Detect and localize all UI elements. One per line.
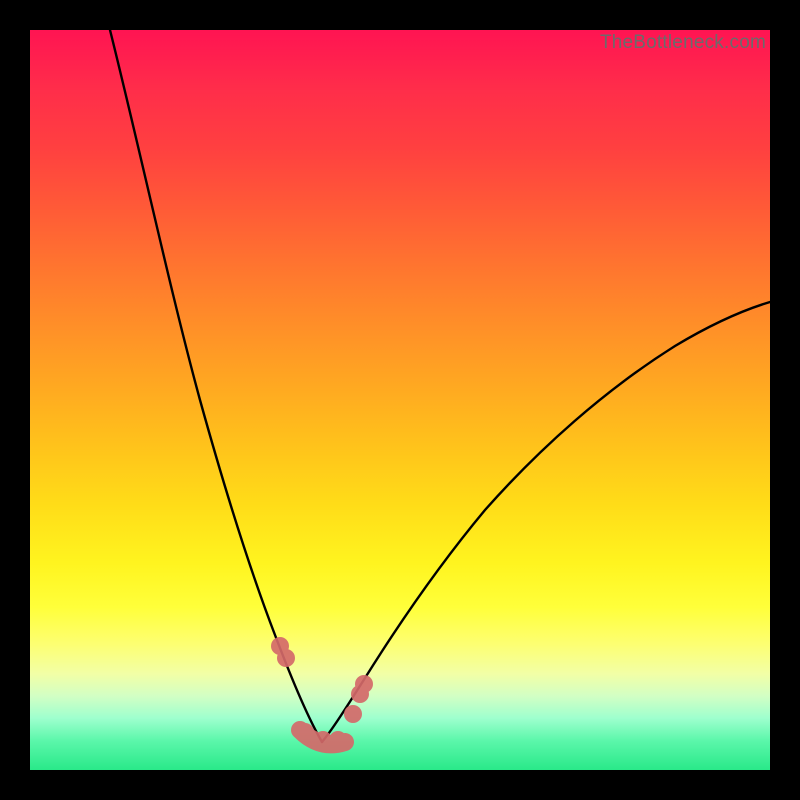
chart-svg bbox=[30, 30, 770, 770]
watermark-text: TheBottleneck.com bbox=[600, 32, 766, 54]
curve-right bbox=[322, 302, 770, 742]
curve-left bbox=[110, 30, 322, 742]
dot-cluster bbox=[271, 637, 373, 749]
plot-area bbox=[30, 30, 770, 770]
